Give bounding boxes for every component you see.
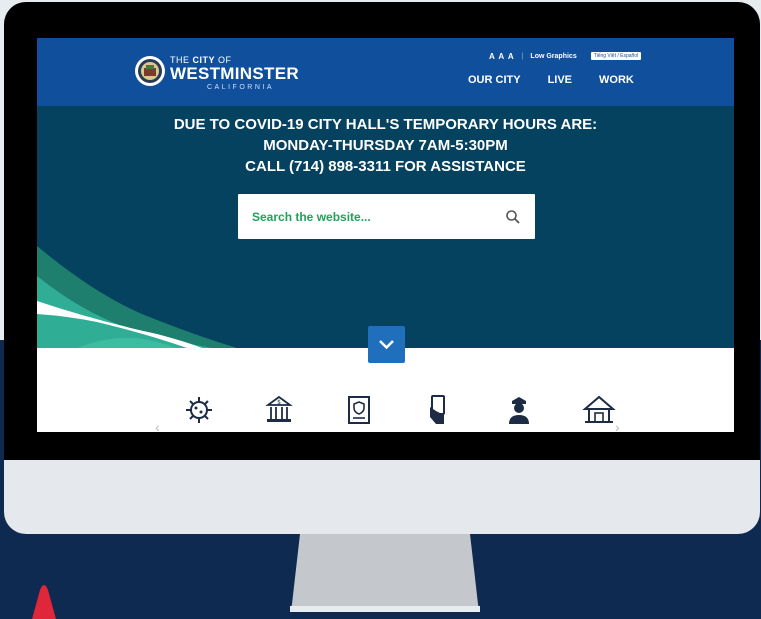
utility-divider: | (521, 52, 524, 60)
nav-item-work[interactable]: WORK (599, 74, 634, 86)
website-screen: THE CITY OF WESTMINSTER CALIFORNIA A A A… (37, 38, 734, 432)
police-officer-icon[interactable] (502, 393, 536, 427)
carousel-prev-icon[interactable]: ‹ (155, 419, 160, 432)
low-graphics-link[interactable]: Low Graphics (530, 53, 576, 60)
city-logo[interactable]: THE CITY OF WESTMINSTER CALIFORNIA (134, 55, 299, 95)
utility-bar: A A A | Low Graphics Tiếng Việt / Españo… (489, 49, 642, 63)
house-icon[interactable] (582, 393, 616, 427)
nav-item-our-city[interactable]: OUR CITY (468, 74, 521, 86)
text-size-controls[interactable]: A A A (489, 52, 515, 61)
notice-line-2: MONDAY-THURSDAY 7AM-5:30PM (263, 137, 508, 154)
main-nav: OUR CITY LIVE WORK (468, 74, 661, 86)
site-header: THE CITY OF WESTMINSTER CALIFORNIA A A A… (37, 38, 734, 106)
wave-decoration (37, 246, 237, 348)
notice-line-1: DUE TO COVID-19 CITY HALL'S TEMPORARY HO… (173, 116, 598, 133)
search-box (238, 194, 535, 239)
hero-banner: DUE TO COVID-19 CITY HALL'S TEMPORARY HO… (37, 106, 734, 348)
scroll-down-button[interactable] (368, 326, 405, 363)
search-input[interactable] (238, 194, 492, 239)
hand-card-icon[interactable] (422, 393, 456, 427)
search-icon[interactable] (505, 209, 521, 225)
notice-line-3: CALL (714) 898-3311 FOR ASSISTANCE (245, 158, 526, 175)
city-seal-icon (135, 56, 165, 86)
document-badge-icon[interactable] (342, 393, 376, 427)
monitor-chin (4, 460, 760, 534)
chevron-down-icon (379, 340, 394, 350)
nav-item-live[interactable]: LIVE (548, 74, 572, 86)
language-button[interactable]: Tiếng Việt / Español (590, 52, 642, 60)
svg-text:$: $ (277, 399, 281, 406)
virus-icon[interactable] (182, 393, 216, 427)
logo-state: CALIFORNIA (206, 84, 274, 91)
monitor-frame: THE CITY OF WESTMINSTER CALIFORNIA A A A… (4, 2, 760, 534)
logo-city-name: WESTMINSTER (170, 64, 299, 83)
services-section: ‹ › $ (37, 326, 734, 432)
city-finance-icon[interactable]: $ (262, 393, 296, 427)
monitor-stand (290, 534, 480, 612)
covid-notice: DUE TO COVID-19 CITY HALL'S TEMPORARY HO… (37, 114, 734, 177)
service-icons-row: $ (182, 393, 616, 432)
